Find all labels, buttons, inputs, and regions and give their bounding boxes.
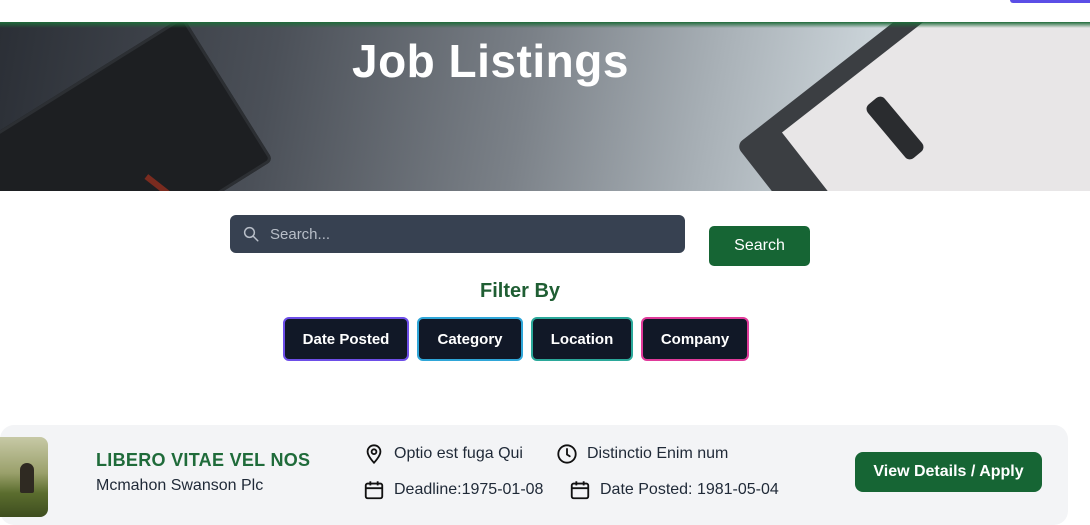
job-title[interactable]: LIBERO VITAE VEL NOS — [96, 450, 310, 471]
job-deadline: Deadline:1975-01-08 — [394, 481, 544, 498]
job-card: LIBERO VITAE VEL NOS Mcmahon Swanson Plc… — [0, 425, 1068, 525]
filter-chip-category[interactable]: Category — [417, 317, 523, 361]
thumb-figure — [20, 463, 34, 493]
company-name: Mcmahon Swanson Plc — [96, 477, 264, 494]
filter-heading: Filter By — [479, 280, 561, 302]
company-logo-image — [0, 437, 48, 517]
job-date-posted: Date Posted: 1981-05-04 — [600, 481, 779, 498]
job-location: Optio est fuga Qui — [394, 445, 523, 462]
hero-book-image — [0, 22, 274, 191]
filter-chip-date-posted[interactable]: Date Posted — [283, 317, 409, 361]
job-type: Distinctio Enim num — [587, 445, 729, 462]
search-bar — [230, 215, 685, 253]
filter-chip-company[interactable]: Company — [641, 317, 749, 361]
search-icon — [243, 226, 259, 242]
hero-top-border — [0, 22, 1090, 28]
calendar-icon — [570, 481, 590, 500]
calendar-icon — [364, 481, 384, 500]
clock-icon — [557, 444, 577, 464]
search-button[interactable]: Search — [709, 226, 810, 266]
map-pin-icon — [366, 444, 382, 465]
nav-accent-button[interactable] — [1010, 0, 1090, 3]
filter-chip-location[interactable]: Location — [531, 317, 633, 361]
hero-banner: Job Listings — [0, 22, 1090, 191]
page-title: Job Listings — [352, 35, 629, 87]
hero-paper-image — [781, 22, 1090, 191]
search-input[interactable] — [270, 215, 675, 253]
view-details-apply-button[interactable]: View Details / Apply — [855, 452, 1042, 492]
top-navbar — [0, 0, 1090, 22]
